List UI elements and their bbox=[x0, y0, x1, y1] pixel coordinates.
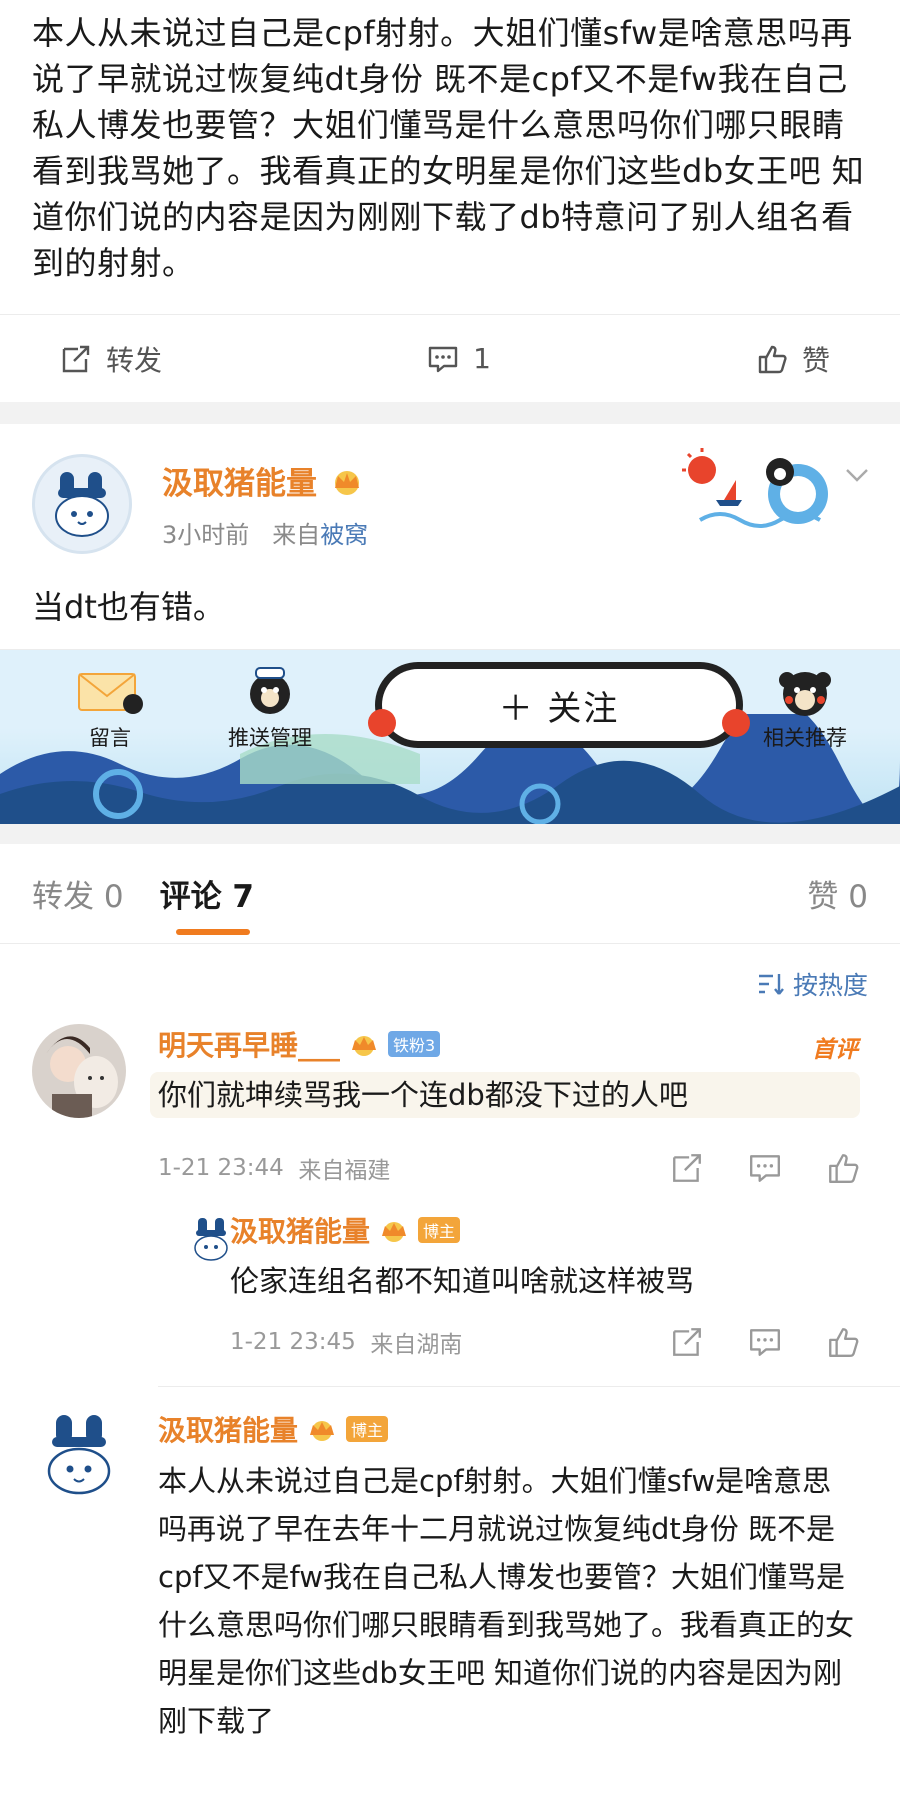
commenter-name[interactable]: 明天再早睡___ bbox=[158, 1024, 340, 1064]
follow-label: ＋ 关注 bbox=[498, 688, 620, 729]
chevron-down-icon[interactable] bbox=[842, 460, 872, 490]
follow-left-dot bbox=[368, 709, 396, 737]
active-tab-indicator bbox=[176, 929, 250, 935]
sort-label: 按热度 bbox=[792, 971, 868, 1000]
post-text: 本人从未说过自己是cpf射射。大姐们懂sfw是啥意思吗再说了早就说过恢复纯dt身… bbox=[32, 14, 865, 282]
post-source[interactable]: 被窝 bbox=[320, 521, 368, 549]
author-card-text: 当dt也有错。 bbox=[32, 588, 225, 626]
bear-sailor-icon bbox=[250, 667, 290, 714]
repost-icon bbox=[62, 345, 90, 372]
like-label: 赞 bbox=[801, 343, 830, 377]
first-comment-badge: 首评 bbox=[812, 1037, 858, 1063]
top-post: 本人从未说过自己是cpf射射。大姐们懂sfw是啥意思吗再说了早就说过恢复纯dt身… bbox=[0, 0, 900, 286]
envelope-icon bbox=[78, 673, 143, 714]
bunny-avatar-icon[interactable] bbox=[186, 1216, 236, 1266]
author-name[interactable]: 汲取猪能量 bbox=[162, 458, 317, 503]
reply-author-name[interactable]: 汲取猪能量 bbox=[230, 1210, 370, 1250]
section-gap bbox=[0, 402, 900, 424]
repost-icon[interactable] bbox=[670, 1325, 704, 1359]
profile-banner: 留言 推送管理 ＋ 关注 相关推荐 bbox=[0, 649, 900, 824]
comment-icon[interactable] bbox=[748, 1151, 782, 1185]
comment-text: 本人从未说过自己是cpf射射。大姐们懂sfw是啥意思吗再说了早在去年十二月就说过… bbox=[158, 1464, 855, 1738]
like-icon[interactable] bbox=[826, 1325, 860, 1359]
comment-count: 1 bbox=[473, 342, 491, 375]
author-avatar[interactable] bbox=[32, 454, 132, 554]
post-action-bar: 转发 1 赞 bbox=[0, 314, 900, 402]
detail-tabs: 转发 0 评论 7 赞 0 bbox=[0, 844, 900, 944]
host-badge: 博主 bbox=[418, 1217, 461, 1243]
reply-time: 1-21 23:45 bbox=[230, 1329, 356, 1355]
source-prefix: 来自 bbox=[272, 521, 321, 549]
reply-item: 汲取猪能量 博主 伦家连组名都不知道叫啥就这样被骂 1-21 23:45 来自湖… bbox=[158, 1198, 900, 1372]
like-icon bbox=[758, 345, 787, 373]
tab-comment[interactable]: 评论 7 bbox=[160, 871, 254, 916]
repost-icon[interactable] bbox=[670, 1151, 704, 1185]
push-settings-label: 推送管理 bbox=[228, 726, 312, 750]
sort-icon bbox=[758, 974, 784, 995]
comment-item: 汲取猪能量 博主 本人从未说过自己是cpf射射。大姐们懂sfw是啥意思吗再说了早… bbox=[0, 1387, 900, 1745]
comment-text: 你们就坤续骂我一个连db都没下过的人吧 bbox=[150, 1072, 860, 1118]
repost-label: 转发 bbox=[106, 343, 163, 377]
comment-time: 1-21 23:44 bbox=[158, 1155, 284, 1181]
commenter-name[interactable]: 汲取猪能量 bbox=[158, 1409, 298, 1449]
bear-face-icon bbox=[779, 672, 831, 716]
comment-item: 首评 明天再早睡___ 铁粉3 你们就坤续骂我一个连db都没下过的人吧 1-21… bbox=[0, 1024, 900, 1372]
bunny-avatar-icon bbox=[55, 472, 109, 537]
crown-icon bbox=[352, 1036, 377, 1056]
host-badge: 博主 bbox=[346, 1416, 389, 1442]
commenter-avatar[interactable] bbox=[32, 1024, 126, 1118]
crown-icon bbox=[382, 1222, 407, 1242]
commenter-avatar[interactable] bbox=[32, 1409, 126, 1503]
like-icon[interactable] bbox=[826, 1151, 860, 1185]
related-recommend-button[interactable]: 相关推荐 bbox=[740, 662, 870, 752]
section-gap bbox=[0, 824, 900, 844]
comment-button[interactable]: 1 bbox=[427, 342, 491, 375]
user-photo-icon bbox=[32, 1024, 126, 1118]
message-button[interactable]: 留言 bbox=[45, 662, 175, 752]
tab-repost[interactable]: 转发 0 bbox=[32, 871, 124, 916]
bunny-avatar-icon bbox=[47, 1415, 111, 1495]
follow-button[interactable]: ＋ 关注 bbox=[368, 662, 750, 748]
like-button[interactable]: 赞 bbox=[756, 339, 830, 379]
post-time: 3小时前 bbox=[162, 521, 250, 549]
comment-icon[interactable] bbox=[748, 1325, 782, 1359]
tab-like[interactable]: 赞 0 bbox=[807, 871, 868, 916]
repost-button[interactable]: 转发 bbox=[60, 339, 162, 379]
comment-icon bbox=[428, 346, 458, 372]
reply-location: 来自湖南 bbox=[370, 1332, 463, 1358]
decoration-bear-icon bbox=[682, 448, 828, 528]
push-settings-button[interactable]: 推送管理 bbox=[205, 662, 335, 752]
message-label: 留言 bbox=[89, 726, 131, 750]
sort-control[interactable]: 按热度 bbox=[0, 944, 900, 1024]
fan-badge: 铁粉3 bbox=[388, 1031, 441, 1057]
reply-text: 伦家连组名都不知道叫啥就这样被骂 bbox=[230, 1264, 695, 1298]
author-card: 汲取猪能量 3小时前 来自被窝 当dt也有错。 bbox=[0, 424, 900, 649]
related-recommend-label: 相关推荐 bbox=[763, 726, 847, 750]
crown-icon bbox=[310, 1421, 335, 1441]
crown-icon bbox=[335, 470, 359, 495]
comment-location: 来自福建 bbox=[298, 1158, 391, 1184]
